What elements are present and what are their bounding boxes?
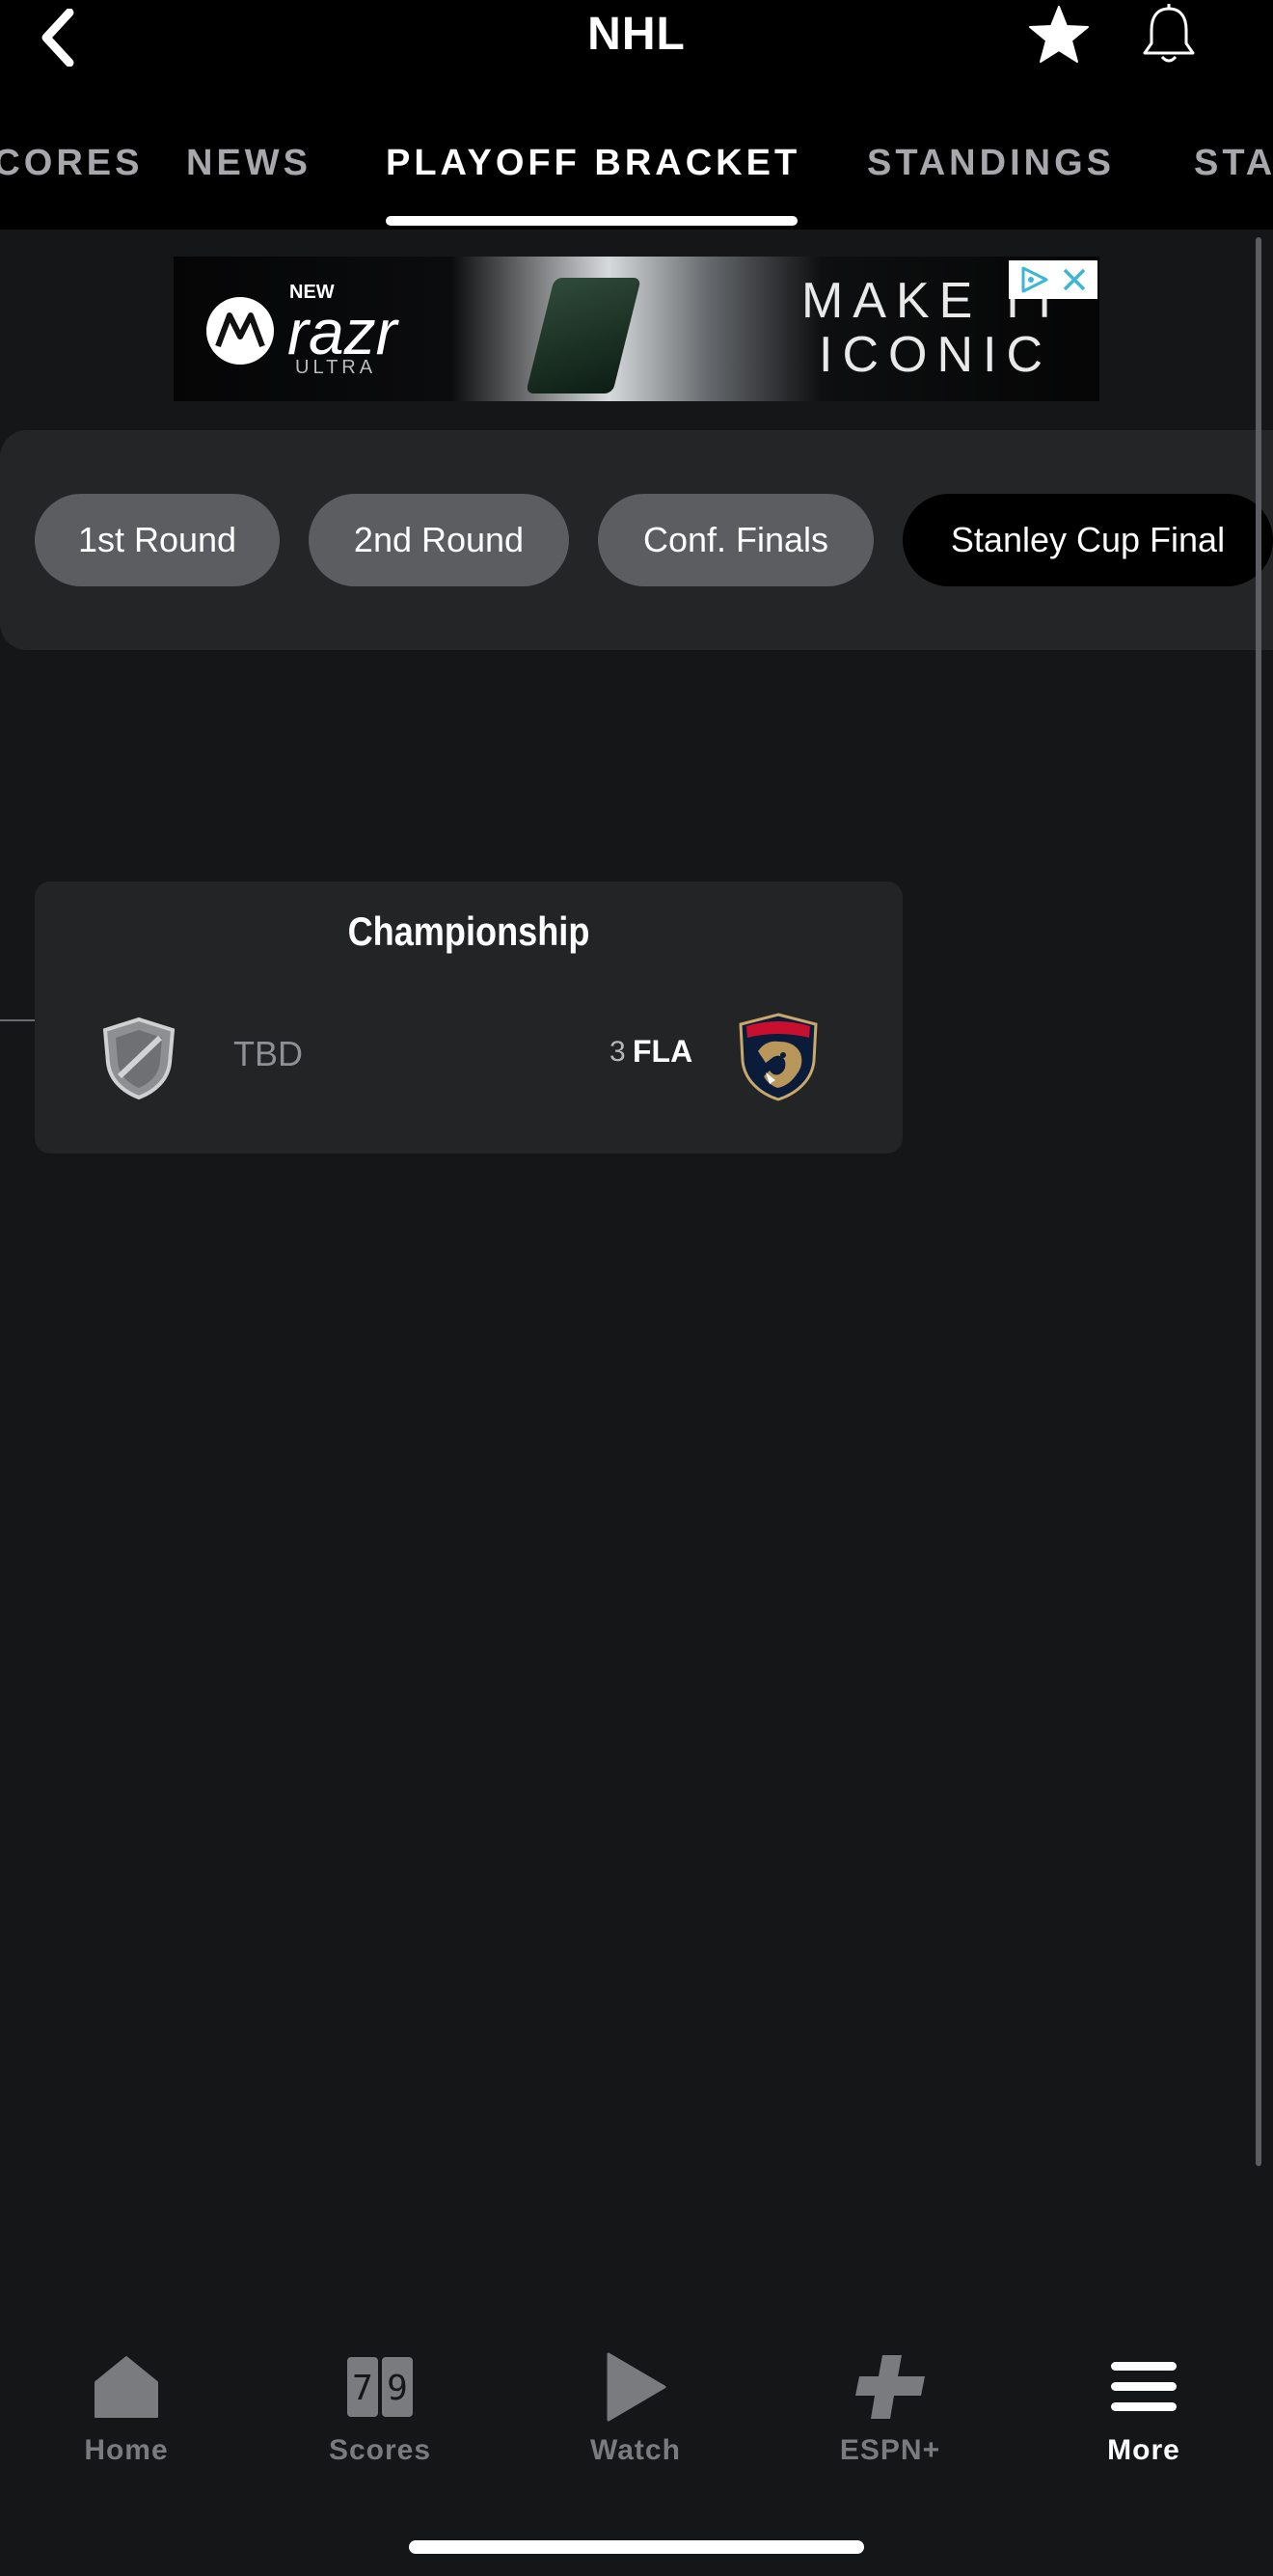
scrollbar[interactable]: [1256, 237, 1261, 2166]
tab-news[interactable]: NEWS: [186, 143, 311, 184]
active-tab-indicator: [386, 216, 798, 226]
favorite-button[interactable]: [1024, 0, 1094, 69]
nav-watch[interactable]: Watch: [549, 2349, 722, 2475]
adchoices-icon: [1021, 266, 1048, 293]
nav-more[interactable]: More: [1057, 2349, 1231, 2475]
tab-stats[interactable]: STATS: [1194, 143, 1273, 184]
round-pill-1st-round[interactable]: 1st Round: [35, 494, 280, 586]
close-icon[interactable]: [1060, 265, 1089, 294]
espn-plus-icon: [853, 2349, 927, 2425]
home-icon: [94, 2349, 159, 2425]
nav-home-label: Home: [84, 2434, 169, 2466]
ad-phone-image: [526, 278, 641, 393]
matchup-title: Championship: [347, 908, 590, 954]
bell-icon: [1143, 4, 1195, 63]
motorola-logo: [206, 297, 274, 365]
round-pill-2nd-round[interactable]: 2nd Round: [309, 494, 569, 586]
svg-text:7: 7: [352, 2369, 373, 2408]
florida-panthers-logo: [739, 1013, 818, 1101]
bracket-connector: [0, 1019, 35, 1021]
ad-choices-badge[interactable]: [1009, 260, 1097, 299]
scoreboard-icon: 7 9: [345, 2349, 415, 2425]
tab-scores[interactable]: SCORES: [0, 143, 143, 184]
nav-espn-plus-label: ESPN+: [839, 2434, 941, 2466]
nav-espn-plus[interactable]: ESPN+: [803, 2349, 977, 2475]
svg-text:9: 9: [387, 2369, 408, 2408]
ad-banner[interactable]: NEW razr ULTRA MAKE IT ICONIC: [174, 257, 1099, 401]
team-right-abbr: FLA: [633, 1034, 693, 1069]
star-icon: [1029, 6, 1089, 63]
nav-scores-label: Scores: [328, 2434, 432, 2466]
team-right-seed: 3: [609, 1036, 626, 1068]
bottom-tab-bar: Home 7 9 Scores Watch ESPN+ More: [0, 2315, 1273, 2498]
menu-icon: [1109, 2349, 1178, 2425]
nav-scores[interactable]: 7 9 Scores: [293, 2349, 467, 2475]
top-header: NHL SCORES NEWS PLAYOFF BRACKET STANDING…: [0, 0, 1273, 230]
tbd-shield-icon: [102, 1017, 176, 1099]
nav-more-label: More: [1107, 2434, 1180, 2466]
ad-headline-line2: ICONIC: [819, 327, 1052, 383]
nav-home[interactable]: Home: [40, 2349, 213, 2475]
home-indicator: [409, 2540, 864, 2554]
play-icon: [605, 2349, 666, 2425]
tab-standings[interactable]: STANDINGS: [867, 143, 1115, 184]
notifications-button[interactable]: [1136, 0, 1202, 69]
championship-matchup-card[interactable]: Championship TBD 3 FLA: [35, 881, 903, 1153]
section-tabs: SCORES NEWS PLAYOFF BRACKET STANDINGS ST…: [0, 125, 1273, 230]
round-pill-stanley-cup-final[interactable]: Stanley Cup Final: [903, 494, 1273, 586]
team-left-name: TBD: [233, 1034, 303, 1073]
round-selector: 1st Round 2nd Round Conf. Finals Stanley…: [0, 430, 1273, 650]
ad-model: ULTRA: [295, 357, 377, 378]
tab-playoff-bracket[interactable]: PLAYOFF BRACKET: [386, 143, 800, 184]
round-pill-conf-finals[interactable]: Conf. Finals: [598, 494, 874, 586]
nav-watch-label: Watch: [590, 2434, 681, 2466]
